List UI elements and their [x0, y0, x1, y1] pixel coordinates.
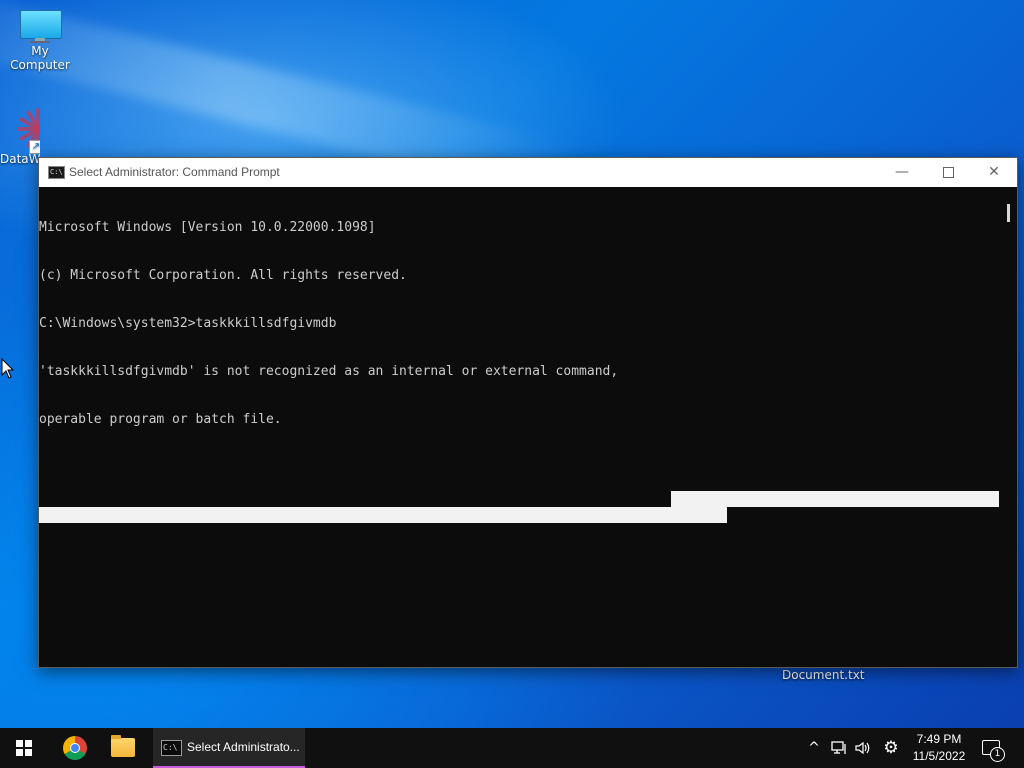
scrollbar-thumb[interactable]: [1007, 204, 1010, 222]
console-line: C:\Windows\system32>taskkkillsdfgivmdb: [39, 316, 337, 331]
windows-start-icon: [16, 740, 32, 756]
start-button[interactable]: [0, 728, 48, 768]
taskbar-task-label: Select Administrato...: [187, 740, 300, 754]
taskbar-command-prompt-button[interactable]: C:\ Select Administrato...: [153, 728, 305, 768]
desktop-icon-label: DataW: [0, 152, 40, 166]
cmd-icon: C:\: [161, 740, 182, 756]
maximize-button[interactable]: [925, 158, 971, 187]
desktop: My Computer ↗ DataW Document.txt C:\ Sel…: [0, 0, 1024, 728]
window-title: Select Administrator: Command Prompt: [69, 165, 280, 179]
console-line: Microsoft Windows [Version 10.0.22000.10…: [39, 220, 376, 235]
show-hidden-icons-chevron-icon[interactable]: ^: [806, 728, 822, 768]
maximize-icon: [942, 166, 954, 178]
desktop-icon-label: My Computer: [10, 44, 70, 72]
selection-highlight: [39, 507, 727, 523]
taskbar: C:\ Select Administrato... ^ ⚙ 7:49 PM 1…: [0, 728, 1024, 768]
selection-highlight: [671, 491, 999, 507]
taskbar-chrome-button[interactable]: [51, 728, 99, 768]
command-prompt-window[interactable]: C:\ Select Administrator: Command Prompt…: [38, 157, 1018, 668]
notification-count-badge: 1: [990, 747, 1005, 762]
settings-gear-icon[interactable]: ⚙: [880, 728, 902, 768]
datawin-flower-icon: ↗: [15, 106, 40, 154]
vertical-scrollbar[interactable]: [1001, 188, 1017, 667]
taskbar-file-explorer-button[interactable]: [99, 728, 147, 768]
network-icon[interactable]: [830, 728, 850, 768]
console-output[interactable]: Microsoft Windows [Version 10.0.22000.10…: [39, 188, 999, 667]
console-line: 'taskkkillsdfgivmdb' is not recognized a…: [39, 364, 619, 379]
folder-icon: [111, 735, 135, 757]
console-line: (c) Microsoft Corporation. All rights re…: [39, 268, 407, 283]
monitor-icon: [18, 8, 62, 43]
console-line: operable program or batch file.: [39, 412, 282, 427]
desktop-icon-my-computer[interactable]: My Computer: [0, 8, 80, 72]
shortcut-arrow-icon: ↗: [29, 140, 40, 154]
chrome-icon: [63, 736, 87, 760]
taskbar-clock[interactable]: 7:49 PM 11/5/2022: [906, 731, 972, 765]
desktop-icon-datawin[interactable]: ↗ DataW: [0, 106, 40, 166]
minimize-button[interactable]: —: [879, 158, 925, 187]
window-titlebar[interactable]: C:\ Select Administrator: Command Prompt…: [39, 158, 1017, 187]
close-button[interactable]: ✕: [971, 158, 1017, 187]
clock-time: 7:49 PM: [916, 732, 962, 746]
mouse-cursor-icon: [1, 358, 15, 379]
cmd-icon: C:\: [48, 166, 65, 179]
desktop-icon-document-label[interactable]: Document.txt: [782, 668, 865, 682]
notification-center-button[interactable]: 1: [980, 738, 1005, 762]
clock-date: 11/5/2022: [912, 749, 966, 763]
volume-icon[interactable]: [853, 728, 873, 768]
